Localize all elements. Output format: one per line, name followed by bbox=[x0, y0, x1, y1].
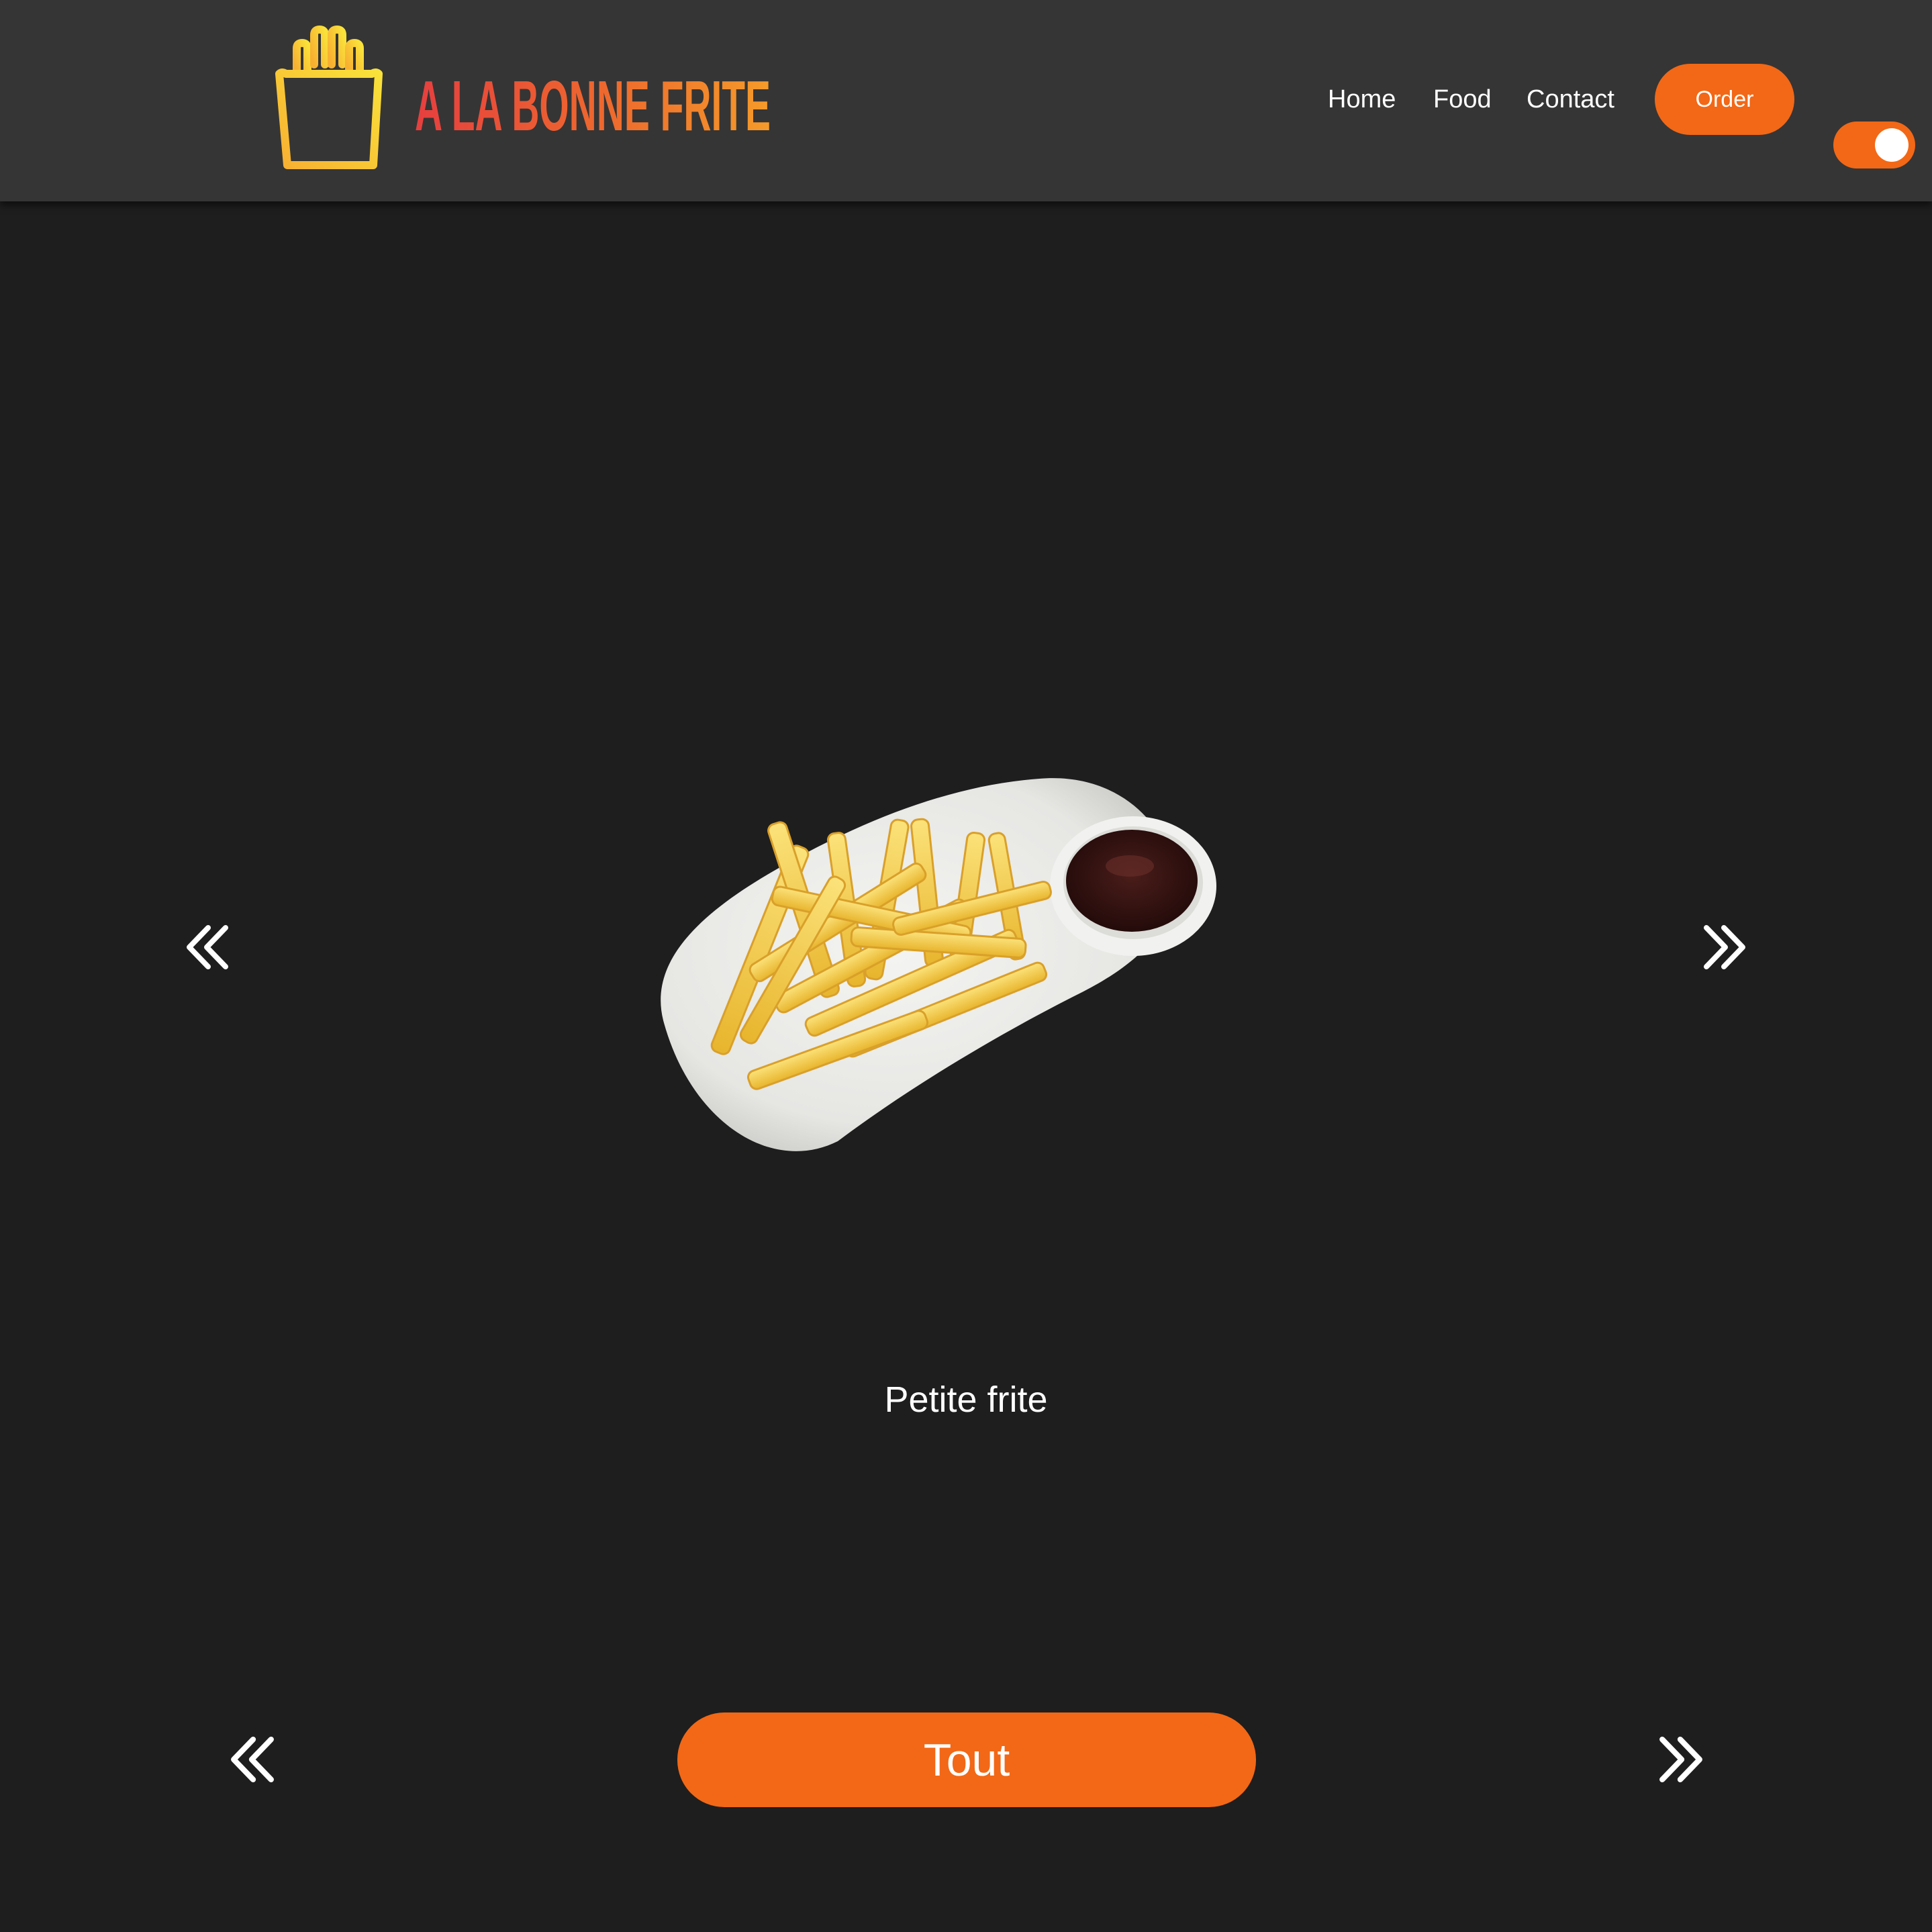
double-chevron-right-icon bbox=[1659, 1737, 1702, 1782]
nav-contact-link[interactable]: Contact bbox=[1527, 79, 1614, 119]
category-button[interactable]: Tout bbox=[677, 1712, 1256, 1807]
double-chevron-right-icon bbox=[1704, 925, 1745, 969]
fries-box-icon bbox=[275, 26, 383, 169]
double-chevron-left-icon bbox=[231, 1737, 274, 1782]
category-prev-button[interactable] bbox=[230, 1737, 275, 1782]
nav-home-link[interactable]: Home bbox=[1328, 79, 1396, 119]
page: A LA BONNE FRITE Home Food Contact Order bbox=[0, 0, 1932, 1932]
logo-text: A LA BONNE FRITE bbox=[415, 66, 771, 146]
nav-food-link[interactable]: Food bbox=[1433, 79, 1492, 119]
svg-text:A LA BONNE FRITE: A LA BONNE FRITE bbox=[415, 66, 771, 146]
toggle-knob bbox=[1875, 128, 1909, 162]
order-button[interactable]: Order bbox=[1655, 64, 1794, 135]
carousel-next-button[interactable] bbox=[1702, 925, 1747, 969]
category-next-button[interactable] bbox=[1658, 1737, 1704, 1782]
theme-toggle[interactable] bbox=[1833, 122, 1915, 168]
carousel-prev-button[interactable] bbox=[185, 925, 230, 969]
site-header: A LA BONNE FRITE Home Food Contact Order bbox=[0, 0, 1932, 201]
product-image bbox=[636, 732, 1281, 1175]
double-chevron-left-icon bbox=[187, 925, 228, 969]
product-name: Petite frite bbox=[884, 1380, 1048, 1420]
brand-logo[interactable]: A LA BONNE FRITE bbox=[271, 17, 781, 172]
